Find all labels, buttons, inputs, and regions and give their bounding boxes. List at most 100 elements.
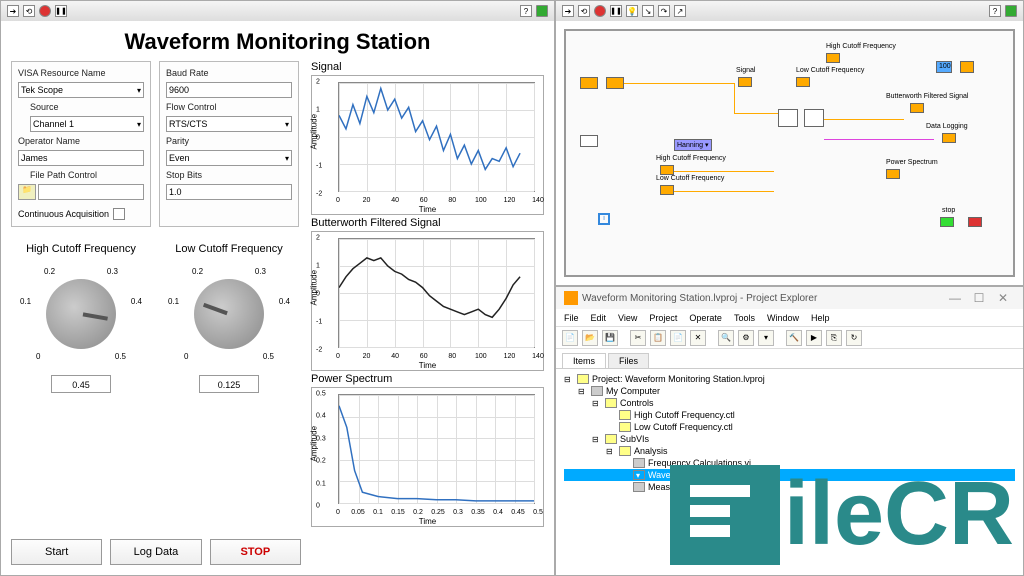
source-label: Source <box>18 102 144 112</box>
continuous-run-icon[interactable]: ⟲ <box>578 5 590 17</box>
paste-icon[interactable]: 📄 <box>670 330 686 346</box>
save-icon[interactable]: 💾 <box>602 330 618 346</box>
step-over-icon[interactable]: ↷ <box>658 5 670 17</box>
project-explorer-toolbar: 📄 📂 💾 ✂ 📋 📄 ✕ 🔍 ⚙ ▾ 🔨 ▶ ⎘ ↻ <box>556 327 1023 349</box>
log-data-button[interactable]: Log Data <box>110 539 201 565</box>
menu-help[interactable]: Help <box>811 313 830 323</box>
deploy-icon[interactable]: ▶ <box>806 330 822 346</box>
vi-icon[interactable] <box>1005 5 1017 17</box>
step-out-icon[interactable]: ↗ <box>674 5 686 17</box>
operator-input[interactable] <box>18 150 144 166</box>
menu-tools[interactable]: Tools <box>734 313 755 323</box>
open-icon[interactable]: 📂 <box>582 330 598 346</box>
flow-select[interactable]: RTS/CTS <box>166 116 292 132</box>
resolve-icon[interactable]: ▾ <box>758 330 774 346</box>
tree-project-root[interactable]: ⊟Project: Waveform Monitoring Station.lv… <box>564 373 1015 385</box>
low-cutoff-value[interactable]: 0.125 <box>199 375 259 393</box>
new-icon[interactable]: 📄 <box>562 330 578 346</box>
dl-node[interactable] <box>942 133 956 143</box>
terminal-node[interactable] <box>606 77 624 89</box>
subvi-node[interactable] <box>804 109 824 127</box>
iteration-node[interactable]: i <box>598 213 610 225</box>
build-icon[interactable]: 🔨 <box>786 330 802 346</box>
tree-analysis-folder[interactable]: ⊟Analysis <box>564 445 1015 457</box>
vi-icon[interactable] <box>536 5 548 17</box>
abort-icon[interactable] <box>594 5 606 17</box>
file-browse-icon[interactable]: 📁 <box>18 184 36 200</box>
continuous-acq-checkbox[interactable] <box>113 208 125 220</box>
numeric-node[interactable]: 100 <box>936 61 952 73</box>
run-icon[interactable]: ➔ <box>562 5 574 17</box>
terminal-node[interactable] <box>580 135 598 147</box>
chart-title: Butterworth Filtered Signal <box>311 217 544 229</box>
pause-icon[interactable] <box>610 5 622 17</box>
tab-files[interactable]: Files <box>608 353 649 368</box>
baud-label: Baud Rate <box>166 68 292 78</box>
menu-edit[interactable]: Edit <box>591 313 607 323</box>
highlight-icon[interactable]: 💡 <box>626 5 638 17</box>
menu-project[interactable]: Project <box>649 313 677 323</box>
block-diagram-toolbar: ➔ ⟲ 💡 ↘ ↷ ↗ ? <box>556 1 1023 21</box>
parity-select[interactable]: Even <box>166 150 292 166</box>
tab-items[interactable]: Items <box>562 353 606 368</box>
find-icon[interactable]: 🔍 <box>718 330 734 346</box>
signal-node[interactable] <box>738 77 752 87</box>
tree-item[interactable]: Low Cutoff Frequency.ctl <box>564 421 1015 433</box>
delete-icon[interactable]: ✕ <box>690 330 706 346</box>
source-select[interactable]: Channel 1 <box>30 116 144 132</box>
hanning-node[interactable]: Hanning ▾ <box>674 139 712 151</box>
pause-icon[interactable] <box>55 5 67 17</box>
lc-node[interactable] <box>796 77 810 87</box>
lc2-node[interactable] <box>660 185 674 195</box>
help-icon[interactable]: ? <box>989 5 1001 17</box>
stop-button[interactable]: STOP <box>210 539 301 565</box>
parity-label: Parity <box>166 136 292 146</box>
menu-operate[interactable]: Operate <box>689 313 722 323</box>
block-diagram[interactable]: High Cutoff Frequency Signal Low Cutoff … <box>564 29 1015 277</box>
stop-loop-node[interactable] <box>968 217 982 227</box>
menu-window[interactable]: Window <box>767 313 799 323</box>
start-button[interactable]: Start <box>11 539 102 565</box>
baud-input[interactable] <box>166 82 292 98</box>
stop-bits-input[interactable] <box>166 184 292 200</box>
low-cutoff-knob[interactable]: 0 0.1 0.2 0.3 0.4 0.5 <box>174 259 284 369</box>
cut-icon[interactable]: ✂ <box>630 330 646 346</box>
menu-view[interactable]: View <box>618 313 637 323</box>
tree-item-selected[interactable]: Waveform Analysis.vi <box>564 469 1015 481</box>
ps-node[interactable] <box>886 169 900 179</box>
file-path-input[interactable] <box>38 184 144 200</box>
hc-node[interactable] <box>826 53 840 63</box>
refresh-icon[interactable]: ↻ <box>846 330 862 346</box>
close-icon[interactable]: ✕ <box>991 291 1015 305</box>
tree-my-computer[interactable]: ⊟My Computer <box>564 385 1015 397</box>
stop-node[interactable] <box>940 217 954 227</box>
filter-icon[interactable]: ⎘ <box>826 330 842 346</box>
abort-icon[interactable] <box>39 5 51 17</box>
tree-item[interactable]: Frequency Calculations.vi <box>564 457 1015 469</box>
tree-item[interactable]: Measurement.vi <box>564 481 1015 493</box>
tree-controls-folder[interactable]: ⊟Controls <box>564 397 1015 409</box>
help-icon[interactable]: ? <box>520 5 532 17</box>
labview-icon <box>564 291 578 305</box>
low-cutoff-label: Low Cutoff Frequency <box>159 243 299 255</box>
bf-node[interactable] <box>910 103 924 113</box>
tree-subvis-folder[interactable]: ⊟SubVIs <box>564 433 1015 445</box>
high-cutoff-knob[interactable]: 0 0.1 0.2 0.3 0.4 0.5 <box>26 259 136 369</box>
hc2-node[interactable] <box>660 165 674 175</box>
minimize-icon[interactable]: — <box>943 291 967 305</box>
copy-icon[interactable]: 📋 <box>650 330 666 346</box>
high-cutoff-value[interactable]: 0.45 <box>51 375 111 393</box>
visa-resource-select[interactable]: Tek Scope <box>18 82 144 98</box>
tree-item[interactable]: High Cutoff Frequency.ctl <box>564 409 1015 421</box>
operator-label: Operator Name <box>18 136 144 146</box>
wait-node[interactable] <box>960 61 974 73</box>
maximize-icon[interactable]: ☐ <box>967 291 991 305</box>
subvi-node[interactable] <box>778 109 798 127</box>
step-icon[interactable]: ↘ <box>642 5 654 17</box>
props-icon[interactable]: ⚙ <box>738 330 754 346</box>
continuous-run-icon[interactable]: ⟲ <box>23 5 35 17</box>
visa-config-panel: VISA Resource Name Tek Scope Source Chan… <box>11 61 151 227</box>
run-icon[interactable]: ➔ <box>7 5 19 17</box>
terminal-node[interactable] <box>580 77 598 89</box>
menu-file[interactable]: File <box>564 313 579 323</box>
